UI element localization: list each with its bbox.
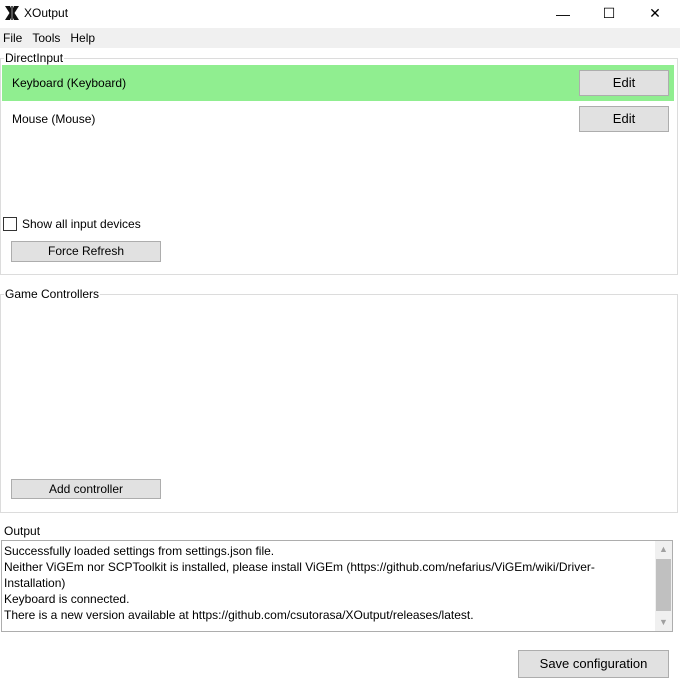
game-controllers-group: Game Controllers Add controller (0, 287, 678, 513)
add-controller-button[interactable]: Add controller (11, 479, 161, 499)
output-scrollbar[interactable]: ▲ ▼ (655, 541, 672, 631)
direct-input-title: DirectInput (4, 51, 65, 65)
device-row-keyboard[interactable]: Keyboard (Keyboard) Edit (2, 65, 674, 101)
output-log[interactable]: Successfully loaded settings from settin… (1, 540, 673, 632)
close-button[interactable]: ✕ (632, 0, 678, 27)
close-icon: ✕ (649, 5, 661, 21)
device-label: Keyboard (Keyboard) (12, 76, 127, 90)
force-refresh-button[interactable]: Force Refresh (11, 241, 161, 262)
game-controllers-title: Game Controllers (4, 287, 101, 301)
edit-keyboard-button[interactable]: Edit (579, 70, 669, 96)
scroll-thumb[interactable] (656, 559, 671, 611)
title-bar: XOutput — ☐ ✕ (0, 0, 680, 27)
device-row-mouse[interactable]: Mouse (Mouse) Edit (2, 101, 674, 137)
xoutput-logo-icon (4, 5, 20, 21)
scroll-down-icon[interactable]: ▼ (655, 614, 672, 631)
minimize-icon: — (556, 5, 570, 22)
window-title: XOutput (24, 6, 69, 20)
menu-bar: File Tools Help (0, 28, 680, 48)
output-title: Output (3, 524, 42, 538)
output-text: Successfully loaded settings from settin… (4, 544, 595, 622)
menu-tools[interactable]: Tools (29, 31, 67, 45)
minimize-button[interactable]: — (540, 0, 586, 27)
maximize-button[interactable]: ☐ (586, 0, 632, 27)
menu-file[interactable]: File (0, 31, 29, 45)
maximize-icon: ☐ (602, 5, 616, 21)
show-all-devices-checkbox[interactable] (3, 217, 17, 231)
save-configuration-button[interactable]: Save configuration (518, 650, 669, 678)
menu-help[interactable]: Help (67, 31, 102, 45)
show-all-devices-label: Show all input devices (22, 217, 141, 231)
direct-input-group: DirectInput Keyboard (Keyboard) Edit Mou… (0, 51, 678, 275)
edit-mouse-button[interactable]: Edit (579, 106, 669, 132)
scroll-up-icon[interactable]: ▲ (655, 541, 672, 558)
device-label: Mouse (Mouse) (12, 112, 96, 126)
